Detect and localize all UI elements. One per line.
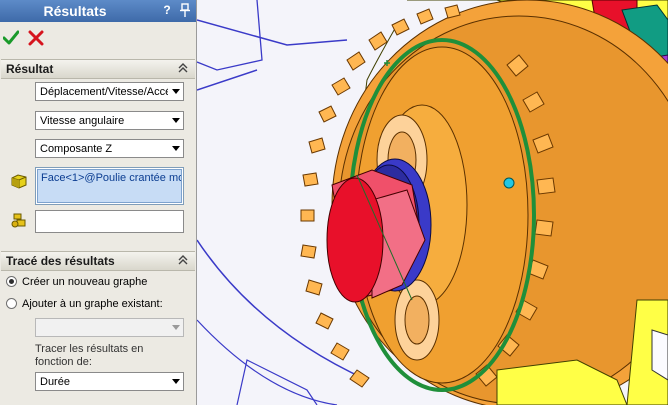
graphics-viewport[interactable] [197,0,668,405]
plot-against-label: Tracer les résultats en fonction de: [35,343,144,368]
dropdown-arrow-icon [172,146,180,151]
second-selection-list[interactable] [35,210,184,233]
result-group-title: Résultat [6,62,54,76]
face-selection-icon [10,171,28,189]
pin-icon[interactable] [178,3,192,18]
existing-graph-radio[interactable] [6,298,17,309]
help-icon[interactable]: ? [160,3,174,18]
plot-group-header[interactable]: Tracé des résultats [1,251,195,271]
result-type-select[interactable]: Déplacement/Vitesse/Accélération [35,82,184,101]
collapse-chevron-icon[interactable] [177,62,189,74]
property-manager-panel: Résultats ? Résultat Déplacement/Vitesse… [0,0,197,405]
collapse-chevron-icon[interactable] [177,254,189,266]
plot-group-title: Tracé des résultats [6,254,115,268]
panel-title: Résultats [43,3,107,19]
dropdown-arrow-icon [172,89,180,94]
dropdown-arrow-icon [172,379,180,384]
face-selection-list[interactable]: Face<1>@Poulie crantée motrice [35,167,184,205]
existing-graph-select[interactable] [35,318,184,337]
component-select[interactable]: Composante Z [35,139,184,158]
dropdown-arrow-icon [172,118,180,123]
panel-title-bar: Résultats ? [0,0,196,22]
result-group-header[interactable]: Résultat [1,59,195,79]
ok-check-icon[interactable] [2,30,20,46]
plot-against-select[interactable]: Durée [35,372,184,391]
face-selection-item[interactable]: Face<1>@Poulie crantée motrice [37,169,182,203]
assembly-3d-view[interactable] [197,0,668,405]
dropdown-arrow-icon [172,325,180,330]
cancel-x-icon[interactable] [28,30,44,46]
result-subtype-select[interactable]: Vitesse angulaire [35,111,184,130]
new-graph-radio[interactable] [6,276,17,287]
component-selection-icon [10,212,28,230]
